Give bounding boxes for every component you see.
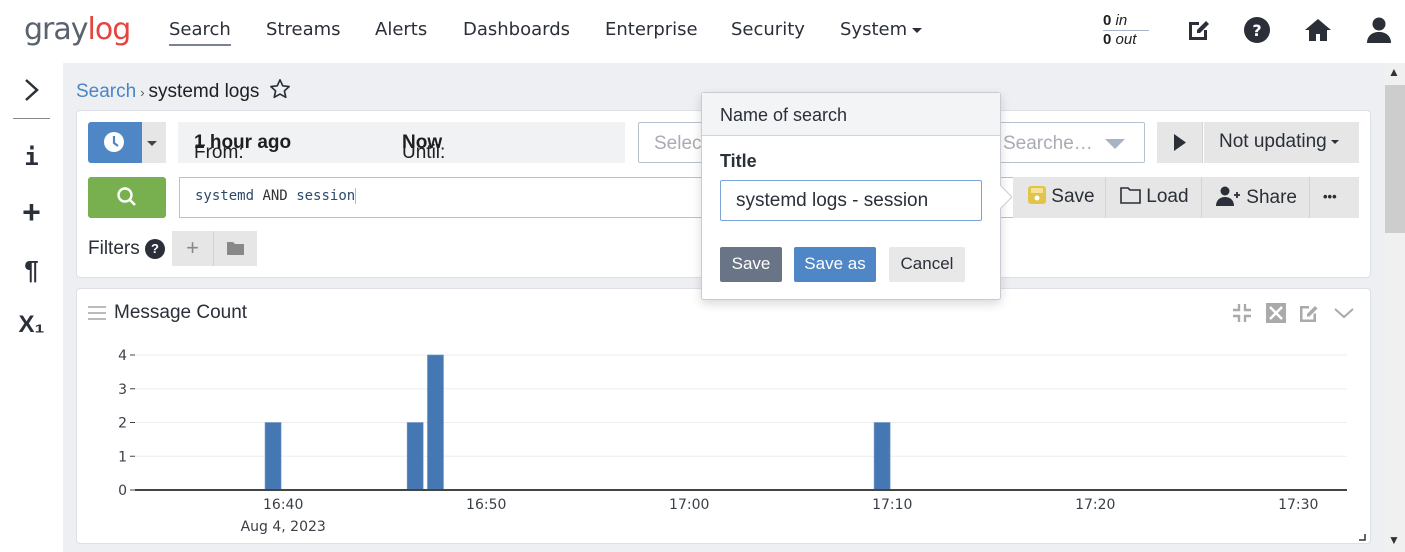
throughput-indicator[interactable]: 0 in 0 out xyxy=(1103,12,1149,49)
nav-dashboards[interactable]: Dashboards xyxy=(463,19,570,40)
nav-system[interactable]: System xyxy=(840,19,923,40)
title-label: Title xyxy=(720,151,757,171)
resize-handle-icon[interactable] xyxy=(1357,532,1367,542)
add-icon[interactable]: + xyxy=(0,196,63,228)
divider xyxy=(1309,177,1310,218)
load-filter-button[interactable] xyxy=(214,231,257,266)
caret-down-icon xyxy=(147,141,157,146)
streams-placeholder: Select xyxy=(654,133,707,154)
search-actions-bar: Save Load Share ••• xyxy=(1013,177,1359,218)
query-operator: AND xyxy=(262,188,288,204)
query-term: systemd xyxy=(195,188,255,204)
left-sidebar: i + ¶ X₁ xyxy=(0,63,63,552)
message-count-widget xyxy=(76,288,1371,544)
search-title-input[interactable]: systemd logs - session xyxy=(720,180,982,221)
drag-handle-icon[interactable] xyxy=(88,306,106,320)
time-from: From: 1 hour ago xyxy=(194,132,291,163)
text-cursor xyxy=(355,188,357,204)
load-label: Load xyxy=(1146,186,1189,207)
sidebar-divider xyxy=(13,118,50,119)
save-search-popover: Name of search Title systemd logs - sess… xyxy=(701,92,1012,300)
throughput-out-label: out xyxy=(1115,31,1137,48)
nav-enterprise[interactable]: Enterprise xyxy=(605,19,698,40)
breadcrumb: Search › systemd logs xyxy=(76,78,291,103)
edit-icon[interactable] xyxy=(1185,16,1213,44)
scroll-up-icon[interactable]: ▲ xyxy=(1383,65,1405,79)
nav-alerts[interactable]: Alerts xyxy=(375,19,427,40)
folder-icon xyxy=(227,242,244,255)
logo-text-red: log xyxy=(87,12,132,47)
throughput-in-label: in xyxy=(1115,12,1128,29)
save-floppy-icon xyxy=(1028,186,1046,204)
select-arrow-icon xyxy=(1105,139,1125,149)
divider xyxy=(1201,177,1202,218)
divider xyxy=(1105,177,1106,218)
caret-down-icon xyxy=(1330,139,1339,144)
more-actions-button[interactable]: ••• xyxy=(1323,177,1337,218)
compress-icon[interactable] xyxy=(1231,302,1253,324)
save-label: Save xyxy=(1051,186,1095,207)
subscript-x-icon[interactable]: X₁ xyxy=(0,311,63,339)
breadcrumb-current: systemd logs xyxy=(148,81,260,102)
save-search-button[interactable]: Save xyxy=(1028,177,1095,218)
popover-save-button[interactable]: Save xyxy=(720,247,782,282)
popover-cancel-button[interactable]: Cancel xyxy=(889,247,965,282)
filters-label: Filters xyxy=(88,238,140,259)
favorite-star-icon[interactable] xyxy=(269,78,291,100)
popover-arrow xyxy=(1000,185,1012,209)
graylog-logo[interactable]: graylog xyxy=(24,12,132,47)
throughput-in-value: 0 xyxy=(1103,12,1112,29)
nav-streams[interactable]: Streams xyxy=(266,19,341,40)
load-search-button[interactable]: Load xyxy=(1120,177,1189,218)
popover-save-as-button[interactable]: Save as xyxy=(794,247,876,282)
until-label: Until: xyxy=(402,142,446,163)
info-icon[interactable]: i xyxy=(0,143,63,171)
nav-system-label: System xyxy=(840,19,908,40)
throughput-out-value: 0 xyxy=(1103,31,1112,48)
collapse-chevron-icon[interactable] xyxy=(1333,302,1355,324)
search-icon xyxy=(117,187,136,206)
time-until: Until: Now xyxy=(402,132,445,163)
vertical-scrollbar[interactable]: ▲ ▼ xyxy=(1383,63,1405,552)
home-icon[interactable] xyxy=(1304,16,1332,44)
time-range-type-button[interactable] xyxy=(88,122,142,163)
share-label: Share xyxy=(1246,187,1297,208)
time-range-dropdown-toggle[interactable] xyxy=(142,122,166,163)
streams-placeholder-tail: Searche… xyxy=(1003,133,1093,154)
query-term: session xyxy=(296,188,356,204)
paragraph-icon[interactable]: ¶ xyxy=(0,255,63,286)
user-plus-icon xyxy=(1216,186,1240,206)
widget-title: Message Count xyxy=(114,302,248,323)
help-icon[interactable]: ? xyxy=(1243,16,1271,44)
refresh-interval-dropdown[interactable]: Not updating xyxy=(1204,122,1359,163)
scroll-down-icon[interactable]: ▼ xyxy=(1383,533,1405,547)
nav-security[interactable]: Security xyxy=(731,19,805,40)
user-icon[interactable] xyxy=(1365,16,1393,44)
clock-icon xyxy=(104,132,124,152)
scroll-thumb[interactable] xyxy=(1385,85,1405,233)
add-filter-button[interactable]: + xyxy=(172,231,214,266)
share-search-button[interactable]: Share xyxy=(1216,177,1297,218)
svg-text:?: ? xyxy=(1252,21,1261,40)
edit-widget-icon[interactable] xyxy=(1298,302,1320,324)
expand-icon[interactable] xyxy=(1265,302,1287,324)
breadcrumb-search-link[interactable]: Search xyxy=(76,81,136,102)
nav-search[interactable]: Search xyxy=(169,19,231,46)
play-icon xyxy=(1174,134,1186,151)
expand-chevron-icon[interactable] xyxy=(0,77,63,103)
breadcrumb-separator: › xyxy=(140,85,145,100)
top-navbar: graylog Search Streams Alerts Dashboards… xyxy=(0,0,1405,63)
caret-down-icon xyxy=(912,27,923,33)
logo-text-gray: gray xyxy=(24,12,89,47)
folder-icon xyxy=(1120,187,1141,204)
search-submit-button[interactable] xyxy=(88,177,166,218)
time-range-display[interactable]: From: 1 hour ago Until: Now xyxy=(178,122,625,163)
refresh-play-button[interactable] xyxy=(1157,122,1203,163)
filters-help-icon[interactable]: ? xyxy=(145,239,165,259)
from-label: From: xyxy=(194,142,244,163)
refresh-label: Not updating xyxy=(1219,131,1327,152)
popover-title: Name of search xyxy=(702,93,1000,136)
